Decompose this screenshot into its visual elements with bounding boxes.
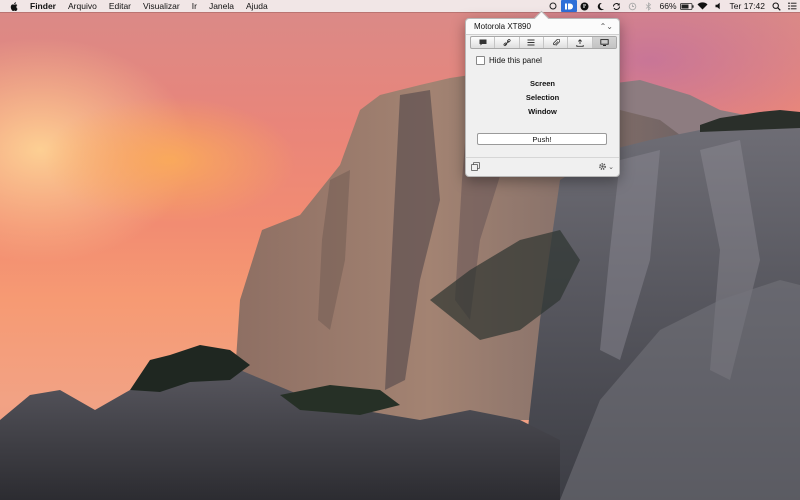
menu-app-finder[interactable]: Finder (28, 0, 62, 12)
note-icon (479, 39, 487, 46)
pushbullet-panel: Motorola XT890 ⌃⌄ Hide this panel Screen… (465, 10, 620, 177)
menu-janela[interactable]: Janela (203, 0, 240, 12)
chevron-down-icon: ⌄ (608, 163, 614, 171)
hide-panel-checkbox[interactable] (476, 56, 485, 65)
mountain-landscape (0, 72, 800, 500)
clock[interactable]: Ter 17:42 (727, 0, 768, 12)
settings-menu[interactable]: ⌄ (598, 162, 614, 171)
upload-icon (576, 38, 584, 47)
crescent-icon[interactable] (593, 0, 609, 12)
push-button[interactable]: Push! (477, 133, 607, 145)
battery-percent[interactable]: 66% (657, 0, 679, 12)
menu-ir[interactable]: Ir (186, 0, 203, 12)
sync-icon[interactable] (609, 0, 625, 12)
list-icon (527, 39, 535, 46)
tab-list[interactable] (520, 37, 544, 48)
volume-icon[interactable] (711, 0, 727, 12)
device-name: Motorola XT890 (474, 22, 531, 31)
hide-panel-label[interactable]: Hide this panel (489, 56, 542, 65)
detach-window-icon[interactable] (471, 162, 480, 173)
chevron-updown-icon: ⌃⌄ (599, 22, 613, 31)
menu-bar: Finder Arquivo Editar Visualizar Ir Jane… (0, 0, 800, 12)
push-type-tabs (470, 36, 617, 49)
circle-icon[interactable] (545, 0, 561, 12)
hide-panel-row[interactable]: Hide this panel (476, 56, 542, 65)
list-icon[interactable] (784, 0, 800, 12)
chat-icon[interactable] (577, 0, 593, 12)
wifi-icon[interactable] (695, 0, 711, 12)
tab-upload[interactable] (568, 37, 593, 48)
apple-icon (10, 1, 18, 11)
pushbullet-icon[interactable] (560, 0, 577, 12)
menu-visualizar[interactable]: Visualizar (137, 0, 186, 12)
tab-link[interactable] (495, 37, 520, 48)
menu-arquivo[interactable]: Arquivo (62, 0, 103, 12)
time-machine-icon[interactable] (625, 0, 641, 12)
device-select[interactable]: Motorola XT890 ⌃⌄ (466, 19, 619, 35)
option-screen[interactable]: Screen (466, 79, 619, 88)
bluetooth-icon[interactable] (641, 0, 657, 12)
screen-icon (600, 39, 609, 46)
attachment-icon (552, 38, 560, 46)
search-icon[interactable] (768, 0, 784, 12)
tab-file[interactable] (544, 37, 569, 48)
menu-ajuda[interactable]: Ajuda (240, 0, 274, 12)
option-window[interactable]: Window (466, 107, 619, 116)
tab-note[interactable] (471, 37, 496, 48)
desktop-wallpaper (0, 0, 800, 500)
battery-icon[interactable] (679, 0, 695, 12)
gear-icon (599, 163, 607, 170)
tab-screen[interactable] (592, 37, 616, 48)
option-selection[interactable]: Selection (466, 93, 619, 102)
menu-editar[interactable]: Editar (103, 0, 137, 12)
apple-menu[interactable] (0, 0, 28, 12)
link-icon (503, 38, 511, 46)
panel-footer: ⌄ (466, 157, 619, 176)
